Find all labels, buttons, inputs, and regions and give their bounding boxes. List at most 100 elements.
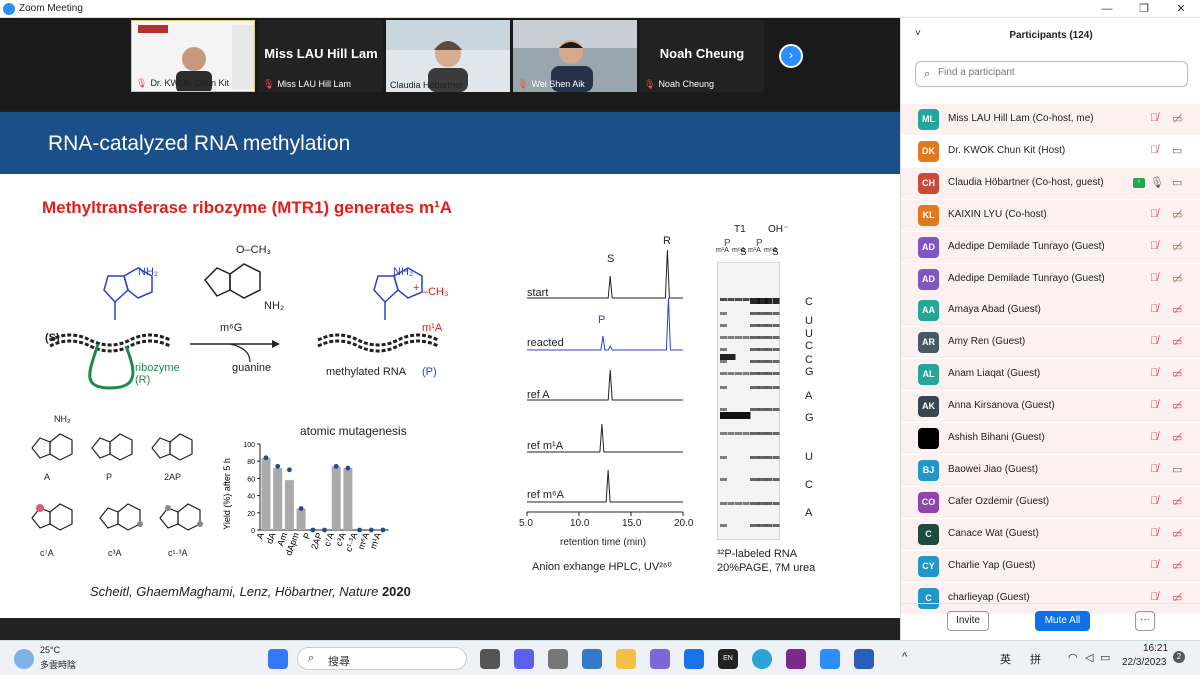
- video-off-icon[interactable]: ▭̸: [1172, 495, 1182, 508]
- guanine-label: guanine: [232, 362, 272, 374]
- avatar: ML: [918, 109, 939, 130]
- mic-muted-icon[interactable]: 🎙̸: [1150, 240, 1158, 252]
- video-off-icon[interactable]: ▭̸: [1172, 208, 1182, 221]
- file-explorer-icon[interactable]: [616, 649, 636, 669]
- participant-row[interactable]: AR Amy Ren (Guest) 🎙̸ ▭̸: [901, 327, 1200, 359]
- avatar: C: [918, 523, 939, 545]
- mic-muted-icon[interactable]: 🎙̸: [1150, 272, 1158, 284]
- video-off-icon[interactable]: ▭̸: [1172, 399, 1182, 412]
- participant-row[interactable]: KL KAIXIN LYU (Co-host) 🎙̸ ▭̸: [901, 199, 1200, 231]
- weather-icon[interactable]: [14, 649, 34, 669]
- participant-search[interactable]: ⌕: [915, 61, 1188, 87]
- participant-row[interactable]: CH Claudia Höbartner (Co-host, guest) ↑ 🎙 ▭: [901, 167, 1200, 199]
- ime-english[interactable]: 英: [1000, 651, 1011, 667]
- participant-row[interactable]: AA Amaya Abad (Guest) 🎙̸ ▭̸: [901, 295, 1200, 327]
- gel-band: [765, 386, 772, 389]
- gel-lane-label: S: [772, 247, 779, 258]
- mic-muted-icon[interactable]: 🎙̸: [1150, 144, 1158, 156]
- video-off-icon[interactable]: ▭̸: [1172, 591, 1182, 604]
- participant-row[interactable]: CO Cafer Ozdemir (Guest) 🎙̸ ▭̸: [901, 486, 1200, 518]
- app-icon[interactable]: [582, 649, 602, 669]
- video-off-icon[interactable]: ▭̸: [1172, 112, 1182, 125]
- invite-button[interactable]: Invite: [947, 611, 989, 631]
- video-tile[interactable]: 🎙 Dr. KWOK Chun Kit: [131, 20, 255, 92]
- app-icon[interactable]: [650, 649, 670, 669]
- zoom-icon[interactable]: [820, 649, 840, 669]
- taskbar-search[interactable]: ⌕ 搜尋: [297, 647, 467, 670]
- participant-row[interactable]: BJ Baowei Jiao (Guest) 🎙̸ ▭: [901, 454, 1200, 486]
- video-tile[interactable]: Claudia Höbartner: [386, 20, 510, 92]
- task-view-icon[interactable]: [480, 649, 500, 669]
- participant-row[interactable]: C Canace Wat (Guest) 🎙̸ ▭̸: [901, 518, 1200, 550]
- video-tile[interactable]: Noah Cheung 🎙 Noah Cheung: [640, 20, 764, 92]
- mute-all-button[interactable]: Mute All: [1035, 611, 1090, 631]
- battery-icon[interactable]: ▭: [1100, 651, 1110, 664]
- tray-caret-icon[interactable]: ^: [902, 651, 907, 663]
- mic-muted-icon[interactable]: 🎙̸: [1150, 495, 1158, 507]
- video-off-icon[interactable]: ▭̸: [1172, 240, 1182, 253]
- language-en-icon[interactable]: EN: [718, 649, 738, 669]
- video-tile[interactable]: 🎙 Wei Shen Aik: [513, 20, 637, 92]
- ime-pinyin[interactable]: 拼: [1030, 651, 1041, 667]
- volume-icon[interactable]: ◁: [1085, 651, 1093, 664]
- clock-time[interactable]: 16:21: [1143, 643, 1168, 654]
- video-icon[interactable]: ▭: [1172, 144, 1182, 157]
- mic-muted-icon[interactable]: 🎙̸: [1150, 208, 1158, 220]
- word-icon[interactable]: [854, 649, 874, 669]
- gel-band: [735, 412, 743, 419]
- more-options-button[interactable]: ···: [1135, 611, 1155, 631]
- start-icon[interactable]: [268, 649, 288, 669]
- participant-row[interactable]: CY Charlie Yap (Guest) 🎙̸ ▭̸: [901, 550, 1200, 582]
- restore-button[interactable]: ❐: [1126, 0, 1162, 18]
- mic-muted-icon[interactable]: 🎙̸: [1150, 399, 1158, 411]
- teams-icon[interactable]: [514, 649, 534, 669]
- video-off-icon[interactable]: ▭̸: [1172, 431, 1182, 444]
- participant-row[interactable]: ML Miss LAU Hill Lam (Co-host, me) 🎙̸ ▭̸: [901, 104, 1200, 135]
- mic-muted-icon[interactable]: 🎙̸: [1150, 335, 1158, 347]
- close-button[interactable]: ✕: [1163, 0, 1199, 18]
- x-axis-label: retention time (min): [560, 537, 647, 548]
- next-page-button[interactable]: ›: [779, 44, 803, 68]
- participant-row[interactable]: AD Adedipe Demilade Tunrayo (Guest) 🎙̸ ▭̸: [901, 263, 1200, 295]
- clock-date[interactable]: 22/3/2023: [1122, 657, 1167, 668]
- mic-muted-icon[interactable]: 🎙̸: [1150, 591, 1158, 603]
- wifi-icon[interactable]: ◠: [1068, 651, 1078, 664]
- minimize-button[interactable]: —: [1089, 0, 1125, 18]
- video-icon[interactable]: ▭: [1172, 463, 1182, 476]
- chart-point: [287, 467, 292, 473]
- notification-badge[interactable]: 2: [1173, 651, 1185, 663]
- video-icon[interactable]: ▭: [1172, 176, 1182, 189]
- video-off-icon[interactable]: ▭̸: [1172, 303, 1182, 316]
- video-off-icon[interactable]: ▭̸: [1172, 559, 1182, 572]
- video-off-icon[interactable]: ▭̸: [1172, 527, 1182, 540]
- participant-row[interactable]: DK Dr. KWOK Chun Kit (Host) 🎙̸ ▭: [901, 136, 1200, 167]
- mic-muted-icon[interactable]: 🎙̸: [1150, 112, 1158, 124]
- chart-bar: [261, 457, 271, 530]
- video-off-icon[interactable]: ▭̸: [1172, 335, 1182, 348]
- video-off-icon[interactable]: ▭̸: [1172, 272, 1182, 285]
- weather-temp: 25°C: [40, 645, 61, 655]
- mic-muted-icon[interactable]: 🎙̸: [1150, 527, 1158, 539]
- window-titlebar: Zoom Meeting — ❐ ✕: [0, 0, 1200, 18]
- mic-muted-icon[interactable]: 🎙̸: [1150, 367, 1158, 379]
- mic-icon[interactable]: 🎙: [1150, 176, 1164, 189]
- mic-muted-icon[interactable]: 🎙̸: [1150, 463, 1158, 475]
- participant-row[interactable]: AL Anam Liaqat (Guest) 🎙̸ ▭̸: [901, 359, 1200, 391]
- participant-row[interactable]: AK Anna Kirsanova (Guest) 🎙̸ ▭̸: [901, 391, 1200, 423]
- participant-row[interactable]: Ashish Bihani (Guest) 🎙̸ ▭̸: [901, 423, 1200, 454]
- mic-muted-icon[interactable]: 🎙̸: [1150, 303, 1158, 315]
- dropbox-icon[interactable]: [684, 649, 704, 669]
- settings-icon[interactable]: [548, 649, 568, 669]
- edge-icon[interactable]: [752, 649, 772, 669]
- video-off-icon[interactable]: ▭̸: [1172, 367, 1182, 380]
- gel-band: [742, 432, 750, 435]
- mic-muted-icon[interactable]: 🎙̸: [1150, 559, 1158, 571]
- video-tile[interactable]: Miss LAU Hill Lam 🎙 Miss LAU Hill Lam: [259, 20, 383, 92]
- onenote-icon[interactable]: [786, 649, 806, 669]
- mic-muted-icon[interactable]: 🎙̸: [1150, 431, 1158, 443]
- methylated-rna-label: methylated RNA: [326, 366, 407, 378]
- participant-row[interactable]: AD Adedipe Demilade Tunrayo (Guest) 🎙̸ ▭̸: [901, 231, 1200, 263]
- analog-label: 2AP: [164, 472, 182, 482]
- search-input[interactable]: [938, 67, 1178, 78]
- nh2-label: NH₂: [138, 266, 159, 278]
